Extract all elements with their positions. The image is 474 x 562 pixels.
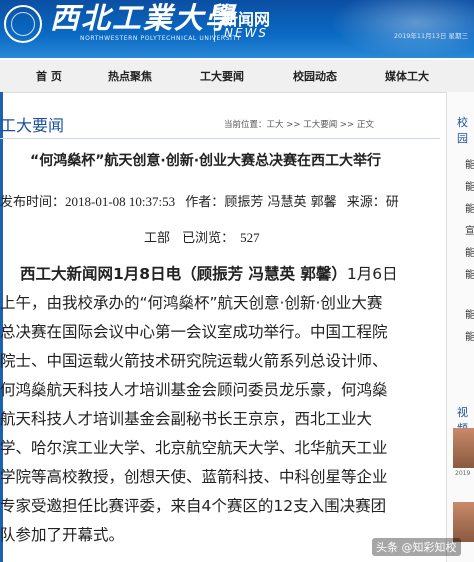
breadcrumb-sep: >> xyxy=(337,120,357,130)
source-label: 来源： xyxy=(346,195,386,210)
article-paragraph-line: 西工大新闻网1月8日电（顾振芳 冯慧英 郭馨）1月6日 xyxy=(20,260,460,289)
article-paragraph-line: 学、哈尔滨工业大学、北京航空航天大学、北华航天工业 xyxy=(0,439,388,457)
sidebar-item[interactable]: 能 xyxy=(465,328,474,343)
breadcrumb-current: 正文 xyxy=(356,120,374,130)
sidebar-video-thumbnail[interactable] xyxy=(453,428,474,468)
views-label: 已浏览： xyxy=(182,231,235,246)
nav-item-hot-topics[interactable]: 热点聚焦 xyxy=(108,68,152,84)
header-glow xyxy=(330,0,474,58)
article-paragraph-line: 航天科技人才培训基金会副秘书长王京京，西北工业大 xyxy=(0,410,373,428)
sidebar-item[interactable]: 能 xyxy=(465,306,474,321)
author-label: 作者： xyxy=(185,195,225,210)
section-divider xyxy=(0,138,440,139)
views-count: 527 xyxy=(240,230,260,245)
source-cont: 工部 xyxy=(144,231,171,246)
article-paragraph-line: 专家受邀担任比赛评委，来自4个赛区的12支入围决赛团 xyxy=(0,497,387,515)
sidebar-heading[interactable]: 校园 xyxy=(457,114,474,146)
article-paragraph-line: 上午，由我校承办的“何鸿燊杯”航天创意·创新·创业大赛 xyxy=(0,294,383,312)
university-emblem-icon[interactable] xyxy=(4,5,42,43)
sidebar-item[interactable]: 宣 xyxy=(465,222,474,237)
article-paragraph-line: 院士、中国运载火箭技术研究院运载火箭系列总设计师、 xyxy=(0,352,388,370)
sidebar-item[interactable]: 能 xyxy=(465,244,474,259)
site-header: 西北工業大學 NORTHWESTERN POLYTECHNICAL UNIVER… xyxy=(0,0,474,58)
breadcrumb: 当前位置：工大 >> 工大要闻 >> 正文 xyxy=(224,118,374,130)
breadcrumb-home[interactable]: 工大 xyxy=(267,120,284,130)
article-paragraph-line: 学院等高校教授，创想天使、蓝箭科技、中科创星等企业 xyxy=(0,468,388,486)
breadcrumb-sep: >> xyxy=(283,120,304,130)
article-title: “何鸿燊杯”航天创意·创新·创业大赛总决赛在西工大举行 xyxy=(30,153,382,169)
breadcrumb-label: 当前位置： xyxy=(224,120,267,130)
article-meta: 发布时间：2018-01-08 10:37:53 作者：顾振芳 冯慧英 郭馨 来… xyxy=(0,191,399,210)
site-name[interactable]: 西北工業大學 xyxy=(50,1,236,35)
publish-time: 2018-01-08 10:37:53 xyxy=(65,194,176,209)
sidebar-video-thumbnail[interactable] xyxy=(453,502,474,542)
nav-item-home[interactable]: 首 页 xyxy=(36,68,62,84)
article-text: 1月6日 xyxy=(346,265,398,283)
sidebar-item[interactable]: 能 xyxy=(465,200,474,215)
news-title-en: NEWS xyxy=(224,26,269,40)
publish-time-label: 发布时间： xyxy=(0,195,66,210)
article-meta-cont: 工部 已浏览： 527 xyxy=(144,227,260,246)
sidebar-item[interactable]: 能 xyxy=(465,178,474,193)
source: 研 xyxy=(385,195,399,210)
site-name-en: NORTHWESTERN POLYTECHNICAL UNIVERSITY xyxy=(80,35,242,42)
section-title: 工大要闻 xyxy=(0,116,65,135)
nav-item-campus[interactable]: 校园动态 xyxy=(293,68,337,84)
authors: 顾振芳 冯慧英 郭馨 xyxy=(224,195,337,210)
sidebar-video-date: 2019 xyxy=(455,470,471,477)
article-lead: 西工大新闻网1月8日电（顾振芳 冯慧英 郭馨） xyxy=(20,265,347,283)
sidebar-item[interactable]: 能 xyxy=(465,156,474,171)
watermark: 头条 @知彩知校 xyxy=(372,538,461,556)
header-date: 2019年11月13日 星期三 xyxy=(393,32,468,40)
main-nav: 首 页 热点聚焦 工大要闻 校园动态 媒体工大 xyxy=(0,60,474,93)
nav-item-nwpu-news[interactable]: 工大要闻 xyxy=(200,68,244,84)
article-paragraph-line: 何鸿燊航天科技人才培训基金会顾问委员龙乐豪，何鸿燊 xyxy=(0,381,388,399)
header-divider xyxy=(214,8,215,42)
nav-item-media[interactable]: 媒体工大 xyxy=(385,68,429,84)
breadcrumb-section[interactable]: 工大要闻 xyxy=(303,120,337,130)
right-sidebar: 校园 能 能 能 宣 能 能 能 能 视频 2019 xyxy=(446,92,474,562)
article-paragraph-line: 总决赛在国际会议中心第一会议室成功举行。中国工程院 xyxy=(0,323,388,341)
sidebar-item[interactable]: 能 xyxy=(465,266,474,281)
